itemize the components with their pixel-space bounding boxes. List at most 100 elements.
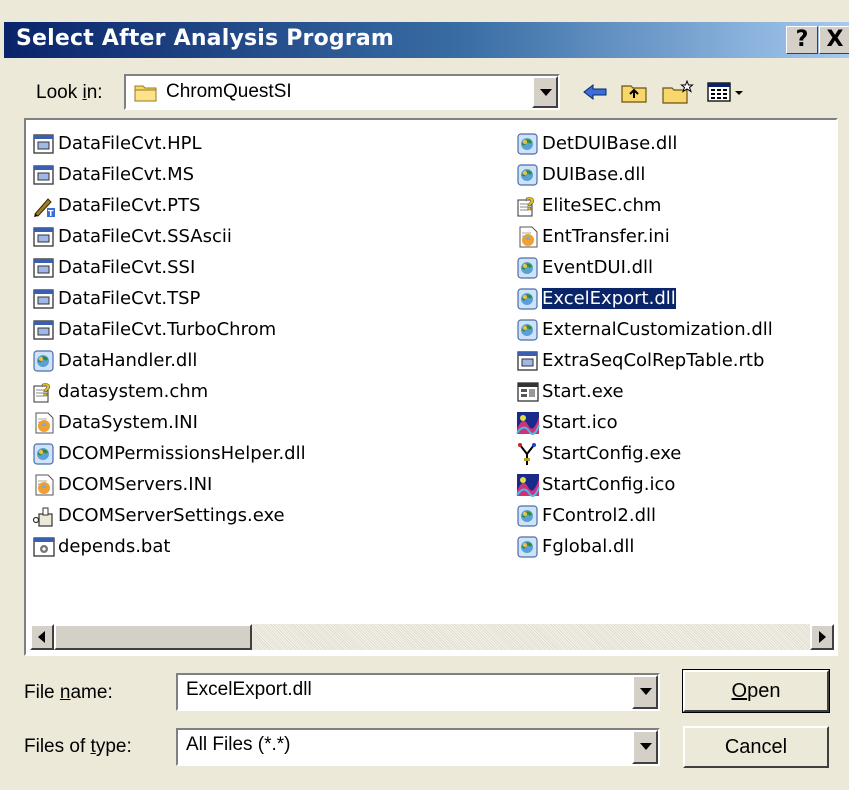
file-item[interactable]: DCOMServerSettings.exe	[32, 500, 306, 531]
lookin-label: Look in:	[36, 82, 103, 103]
svg-text:?: ?	[525, 195, 535, 215]
file-item-label: DataSystem.INI	[58, 412, 198, 433]
file-item[interactable]: ? datasystem.chm	[32, 376, 306, 407]
pen-file-icon: T	[32, 194, 56, 218]
window-file-icon	[32, 287, 56, 311]
file-item-label: DataFileCvt.SSAscii	[58, 226, 232, 247]
file-item-label: Fglobal.dll	[542, 536, 635, 557]
file-item[interactable]: StartConfig.ico	[516, 469, 773, 500]
file-item[interactable]: StartConfig.exe	[516, 438, 773, 469]
window-file-icon	[32, 225, 56, 249]
help-file-icon: ?	[32, 380, 56, 404]
file-item[interactable]: DataFileCvt.SSI	[32, 252, 306, 283]
file-item[interactable]: DataFileCvt.TSP	[32, 283, 306, 314]
window-file-icon	[32, 256, 56, 280]
file-item[interactable]: ExtraSeqColRepTable.rtb	[516, 345, 773, 376]
file-item[interactable]: EntTransfer.ini	[516, 221, 773, 252]
file-item[interactable]: DataFileCvt.HPL	[32, 128, 306, 159]
file-item[interactable]: DetDUIBase.dll	[516, 128, 773, 159]
scroll-left-button[interactable]	[30, 624, 54, 650]
dll-icon	[516, 163, 540, 187]
dll-icon	[516, 256, 540, 280]
file-item[interactable]: DCOMPermissionsHelper.dll	[32, 438, 306, 469]
file-item-label: FControl2.dll	[542, 505, 657, 526]
file-item-label: depends.bat	[58, 536, 171, 557]
scroll-thumb[interactable]	[54, 624, 252, 650]
file-item-label: DataFileCvt.HPL	[58, 133, 202, 154]
file-item-label: ExternalCustomization.dll	[542, 319, 773, 340]
file-item-label: EntTransfer.ini	[542, 226, 670, 247]
file-item[interactable]: ExternalCustomization.dll	[516, 314, 773, 345]
file-item[interactable]: T DataFileCvt.PTS	[32, 190, 306, 221]
exe-icon	[32, 504, 56, 528]
ini-icon	[32, 411, 56, 435]
file-item[interactable]: depends.bat	[32, 531, 306, 562]
file-item[interactable]: Fglobal.dll	[516, 531, 773, 562]
file-item[interactable]: DUIBase.dll	[516, 159, 773, 190]
horizontal-scrollbar[interactable]	[30, 624, 834, 650]
file-item-label: Start.ico	[542, 412, 618, 433]
scroll-right-button[interactable]	[810, 624, 834, 650]
title-bar[interactable]: Select After Analysis Program ? X	[4, 22, 849, 58]
dialog-window: Select After Analysis Program ? X Look i…	[0, 0, 849, 790]
file-item-label: StartConfig.exe	[542, 443, 682, 464]
ini-icon	[516, 225, 540, 249]
file-list-right-column: DetDUIBase.dll DUIBase.dll? EliteSEC.chm En…	[516, 128, 773, 562]
dll-icon	[516, 318, 540, 342]
up-folder-icon[interactable]	[616, 75, 652, 109]
file-item-label: ExcelExport.dll	[541, 287, 677, 310]
file-item-label: DataFileCvt.TurboChrom	[58, 319, 277, 340]
filetype-dropdown-button[interactable]	[632, 730, 658, 764]
image-icon	[516, 473, 540, 497]
folder-icon	[134, 82, 158, 102]
view-menu-icon[interactable]	[704, 75, 748, 109]
file-item[interactable]: Start.exe	[516, 376, 773, 407]
file-item[interactable]: DataHandler.dll	[32, 345, 306, 376]
open-button[interactable]: Open	[682, 669, 830, 713]
file-item[interactable]: ? EliteSEC.chm	[516, 190, 773, 221]
file-item-label: ExtraSeqColRepTable.rtb	[542, 350, 765, 371]
file-item-label: EliteSEC.chm	[542, 195, 662, 216]
filetype-dropdown[interactable]: All Files (*.*)	[176, 728, 660, 766]
file-item-label: DCOMPermissionsHelper.dll	[58, 443, 306, 464]
file-item-label: DetDUIBase.dll	[542, 133, 678, 154]
dll-icon	[516, 132, 540, 156]
dll-icon	[516, 504, 540, 528]
file-item[interactable]: FControl2.dll	[516, 500, 773, 531]
dll-icon	[516, 287, 540, 311]
file-item-label: DataFileCvt.MS	[58, 164, 195, 185]
lookin-dropdown-button[interactable]	[532, 76, 558, 108]
file-list[interactable]: DataFileCvt.HPL DataFileCvt.MS T DataFileCv…	[24, 118, 838, 656]
new-folder-icon[interactable]	[658, 75, 698, 109]
file-item-label: DataFileCvt.PTS	[58, 195, 201, 216]
file-item-label: DUIBase.dll	[542, 164, 646, 185]
file-list-left-column: DataFileCvt.HPL DataFileCvt.MS T DataFileCv…	[32, 128, 306, 562]
file-item[interactable]: DataSystem.INI	[32, 407, 306, 438]
file-item[interactable]: DataFileCvt.SSAscii	[32, 221, 306, 252]
filename-value[interactable]: ExcelExport.dll	[186, 679, 312, 701]
cancel-button[interactable]: Cancel	[683, 726, 829, 768]
filename-input[interactable]: ExcelExport.dll	[176, 673, 660, 711]
lookin-value: ChromQuestSI	[166, 81, 292, 102]
svg-text:?: ?	[41, 381, 51, 401]
filetype-label: Files of type:	[24, 736, 132, 757]
file-item[interactable]: ExcelExport.dll	[516, 283, 773, 314]
filename-dropdown-button[interactable]	[632, 675, 658, 709]
lookin-dropdown[interactable]: ChromQuestSI	[124, 74, 560, 110]
config-exe-icon	[516, 442, 540, 466]
dll-icon	[32, 442, 56, 466]
file-item[interactable]: DataFileCvt.MS	[32, 159, 306, 190]
close-button[interactable]: X	[819, 26, 849, 54]
file-item[interactable]: Start.ico	[516, 407, 773, 438]
file-item[interactable]: DataFileCvt.TurboChrom	[32, 314, 306, 345]
file-item-label: DCOMServers.INI	[58, 474, 213, 495]
back-icon[interactable]	[578, 75, 612, 109]
file-item-label: DataFileCvt.TSP	[58, 288, 201, 309]
file-item-label: EventDUI.dll	[542, 257, 654, 278]
file-item-label: StartConfig.ico	[542, 474, 676, 495]
file-item-label: Start.exe	[542, 381, 624, 402]
help-button[interactable]: ?	[786, 26, 818, 54]
file-item[interactable]: EventDUI.dll	[516, 252, 773, 283]
file-item[interactable]: DCOMServers.INI	[32, 469, 306, 500]
filename-label: File name:	[24, 682, 113, 703]
